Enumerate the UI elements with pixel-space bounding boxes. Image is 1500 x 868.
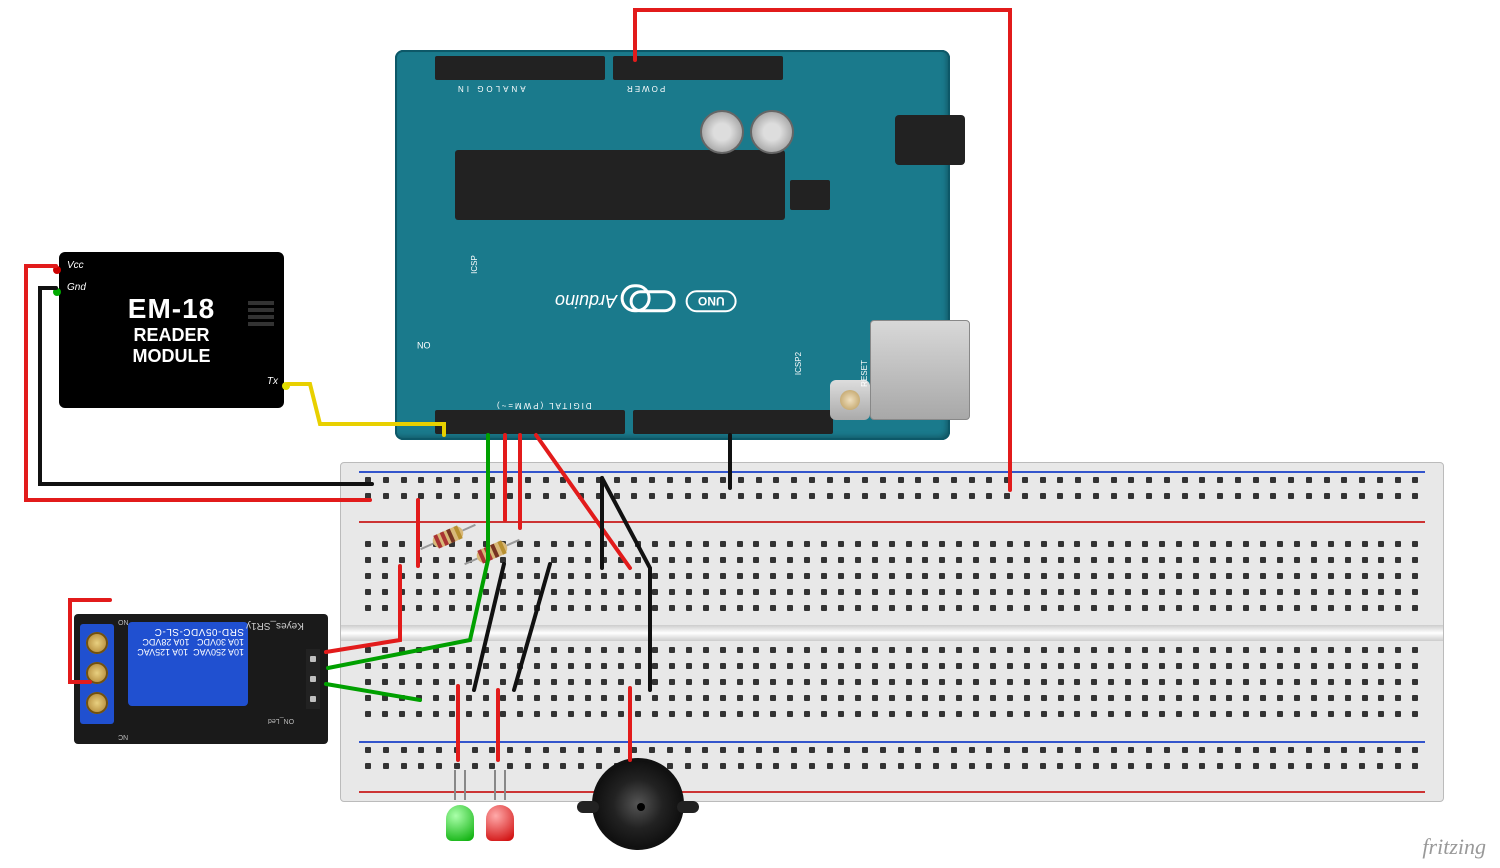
relay-no-label: NO [118,618,129,625]
em18-gnd-label: Gnd [67,282,86,293]
power-rail-bottom [365,747,1419,787]
rail-top-neg [359,471,1425,473]
em18-subtitle2: MODULE [128,346,215,367]
power-jack [895,115,965,165]
decorative-bars [248,298,274,329]
relay-input-header [306,649,320,709]
digital-header-2 [633,410,833,434]
icsp-label: ICSP [470,255,479,274]
power-label: POWER [625,84,665,93]
screw-terminal-nc [86,692,108,714]
relay-on-led-label: ON_Led [268,717,294,724]
relay-model: SRD-05VDC-SL-C [154,626,244,637]
piezo-buzzer [592,758,684,850]
digital-label: DIGITAL (PWM=~) [495,401,592,410]
relay-pin-minus [310,656,316,662]
em18-vcc-label: Vcc [67,260,84,271]
rail-bot-pos [359,791,1425,793]
relay-pin-plus [310,676,316,682]
capacitor-icon [700,110,744,154]
relay-brand: Keyes_SR1y [246,620,304,631]
relay-rating-1: 10A 250VAC [193,647,244,657]
relay-pin-s [310,696,316,702]
em18-vcc-pin [53,266,61,274]
red-led [486,770,514,841]
em18-tx-label: Tx [267,376,278,387]
analog-power-header [435,56,605,80]
em18-rfid-reader: EM-18 READER MODULE Vcc Gnd Tx [59,252,284,408]
relay-module: 10A 250VAC 10A 125VAC 10A 30VDC 10A 28VD… [74,614,328,744]
atmega-chip [455,150,785,220]
breadboard [340,462,1444,802]
screw-terminal-no [86,632,108,654]
em18-gnd-pin [53,288,61,296]
usb-port [870,320,970,420]
fritzing-watermark: fritzing [1422,834,1486,860]
relay-rating-3: 10A 30VDC [197,637,244,647]
reset-label: RESET [860,360,869,387]
digital-header-1 [435,410,625,434]
relay-rating-2: 10A 125VAC [137,647,188,657]
em18-subtitle1: READER [128,325,215,346]
relay-nc-label: NC [118,733,128,740]
terminal-strip-top [365,541,1419,619]
rail-top-pos [359,521,1425,523]
circuit-diagram: UNO Arduino ON RESET ICSP2 ICSP ANALOG I… [0,0,1500,868]
ioref-header [613,56,783,80]
relay-screw-terminals [80,624,114,724]
em18-tx-pin [282,382,290,390]
on-led-label: ON [417,340,431,350]
smd-chip [790,180,830,210]
capacitor-icon [750,110,794,154]
terminal-strip-bottom [365,647,1419,725]
analog-in-label: ANALOG IN [455,84,526,93]
uno-badge: UNO [686,290,737,312]
em18-title: EM-18 [128,293,215,325]
icsp2-label: ICSP2 [794,352,803,375]
green-led [446,770,474,841]
arduino-brand: Arduino [555,292,617,312]
power-rail-top [365,477,1419,517]
rail-bot-neg [359,741,1425,743]
breadboard-groove [341,625,1443,641]
arduino-infinity-icon [630,290,676,312]
screw-terminal-com [86,662,108,684]
arduino-uno-board: UNO Arduino ON RESET ICSP2 ICSP ANALOG I… [395,50,950,440]
relay-component: 10A 250VAC 10A 125VAC 10A 30VDC 10A 28VD… [128,622,248,706]
arduino-logo: UNO Arduino [555,290,737,312]
relay-rating-4: 10A 28VDC [142,637,189,647]
